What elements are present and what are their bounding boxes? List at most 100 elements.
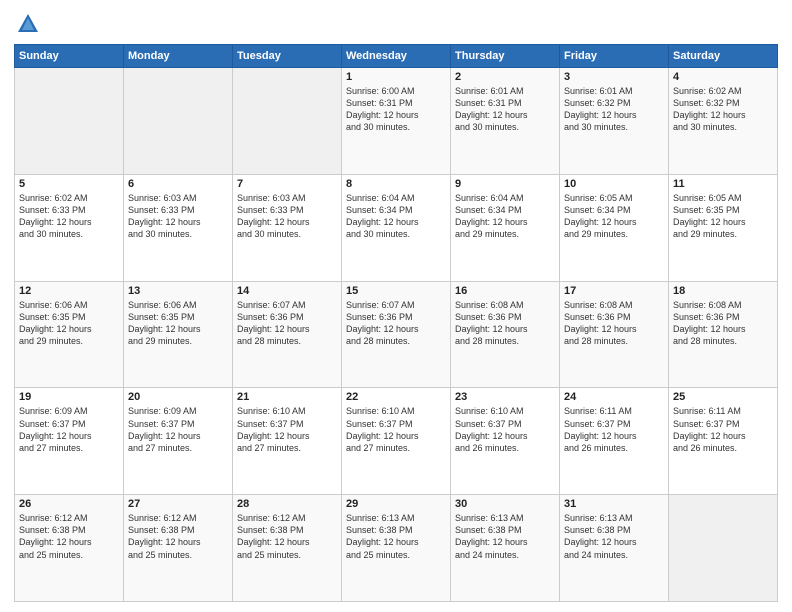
calendar-day-8: 8 Sunrise: 6:04 AM Sunset: 6:34 PM Daylig… bbox=[342, 174, 451, 281]
day-number: 25 bbox=[673, 391, 773, 403]
calendar-week-1: 1 Sunrise: 6:00 AM Sunset: 6:31 PM Daylig… bbox=[15, 68, 778, 175]
calendar-day-15: 15Sunrise: 6:07 AM Sunset: 6:36 PM Dayli… bbox=[342, 281, 451, 388]
logo-icon bbox=[14, 10, 42, 38]
day-number: 10 bbox=[564, 178, 664, 190]
day-info: Sunrise: 6:10 AM Sunset: 6:37 PM Dayligh… bbox=[346, 405, 446, 454]
calendar-day-9: 9Sunrise: 6:04 AM Sunset: 6:34 PM Daylig… bbox=[451, 174, 560, 281]
day-number: 14 bbox=[237, 285, 337, 297]
calendar-table: SundayMondayTuesdayWednesdayThursdayFrid… bbox=[14, 44, 778, 602]
calendar-day-30: 30 Sunrise: 6:13 AM Sunset: 6:38 PM Dayli… bbox=[451, 495, 560, 602]
calendar-day-27: 27 Sunrise: 6:12 AM Sunset: 6:38 PM Dayli… bbox=[124, 495, 233, 602]
calendar-day-3: 3 Sunrise: 6:01 AM Sunset: 6:32 PM Daylig… bbox=[560, 68, 669, 175]
weekday-header-saturday: Saturday bbox=[669, 45, 778, 68]
day-info: Sunrise: 6:10 AM Sunset: 6:37 PM Dayligh… bbox=[237, 405, 337, 454]
weekday-header-friday: Friday bbox=[560, 45, 669, 68]
calendar-day-26: 26Sunrise: 6:12 AM Sunset: 6:38 PM Dayli… bbox=[15, 495, 124, 602]
calendar-header: SundayMondayTuesdayWednesdayThursdayFrid… bbox=[15, 45, 778, 68]
weekday-header-sunday: Sunday bbox=[15, 45, 124, 68]
day-number: 24 bbox=[564, 391, 664, 403]
day-number: 21 bbox=[237, 391, 337, 403]
day-number: 19 bbox=[19, 391, 119, 403]
day-info: Sunrise: 6:05 AM Sunset: 6:35 PM Dayligh… bbox=[673, 192, 773, 241]
calendar-day-24: 24 Sunrise: 6:11 AM Sunset: 6:37 PM Dayli… bbox=[560, 388, 669, 495]
day-info: Sunrise: 6:12 AM Sunset: 6:38 PM Dayligh… bbox=[237, 512, 337, 561]
day-info: Sunrise: 6:13 AM Sunset: 6:38 PM Dayligh… bbox=[564, 512, 664, 561]
day-info: Sunrise: 6:09 AM Sunset: 6:37 PM Dayligh… bbox=[19, 405, 119, 454]
day-number: 9 bbox=[455, 178, 555, 190]
day-number: 1 bbox=[346, 71, 446, 83]
day-number: 7 bbox=[237, 178, 337, 190]
calendar-day-18: 18 Sunrise: 6:08 AM Sunset: 6:36 PM Dayli… bbox=[669, 281, 778, 388]
day-number: 18 bbox=[673, 285, 773, 297]
day-number: 29 bbox=[346, 498, 446, 510]
day-info: Sunrise: 6:06 AM Sunset: 6:35 PM Dayligh… bbox=[19, 299, 119, 348]
day-info: Sunrise: 6:05 AM Sunset: 6:34 PM Dayligh… bbox=[564, 192, 664, 241]
weekday-header-tuesday: Tuesday bbox=[233, 45, 342, 68]
day-number: 15 bbox=[346, 285, 446, 297]
day-info: Sunrise: 6:04 AM Sunset: 6:34 PM Dayligh… bbox=[346, 192, 446, 241]
calendar-week-2: 5Sunrise: 6:02 AM Sunset: 6:33 PM Daylig… bbox=[15, 174, 778, 281]
calendar-week-3: 12 Sunrise: 6:06 AM Sunset: 6:35 PM Dayli… bbox=[15, 281, 778, 388]
day-info: Sunrise: 6:08 AM Sunset: 6:36 PM Dayligh… bbox=[455, 299, 555, 348]
day-number: 4 bbox=[673, 71, 773, 83]
day-number: 23 bbox=[455, 391, 555, 403]
logo bbox=[14, 10, 46, 38]
calendar-day-31: 31 Sunrise: 6:13 AM Sunset: 6:38 PM Dayli… bbox=[560, 495, 669, 602]
day-info: Sunrise: 6:06 AM Sunset: 6:35 PM Dayligh… bbox=[128, 299, 228, 348]
calendar-day-16: 16 Sunrise: 6:08 AM Sunset: 6:36 PM Dayli… bbox=[451, 281, 560, 388]
day-number: 2 bbox=[455, 71, 555, 83]
calendar-day-11: 11Sunrise: 6:05 AM Sunset: 6:35 PM Dayli… bbox=[669, 174, 778, 281]
calendar-day-4: 4 Sunrise: 6:02 AM Sunset: 6:32 PM Daylig… bbox=[669, 68, 778, 175]
day-info: Sunrise: 6:02 AM Sunset: 6:33 PM Dayligh… bbox=[19, 192, 119, 241]
day-info: Sunrise: 6:09 AM Sunset: 6:37 PM Dayligh… bbox=[128, 405, 228, 454]
day-info: Sunrise: 6:12 AM Sunset: 6:38 PM Dayligh… bbox=[19, 512, 119, 561]
day-number: 17 bbox=[564, 285, 664, 297]
day-info: Sunrise: 6:01 AM Sunset: 6:32 PM Dayligh… bbox=[564, 85, 664, 134]
day-number: 27 bbox=[128, 498, 228, 510]
weekday-header-thursday: Thursday bbox=[451, 45, 560, 68]
weekday-header-monday: Monday bbox=[124, 45, 233, 68]
calendar-empty-cell bbox=[233, 68, 342, 175]
day-number: 16 bbox=[455, 285, 555, 297]
calendar-day-21: 21 Sunrise: 6:10 AM Sunset: 6:37 PM Dayli… bbox=[233, 388, 342, 495]
weekday-header-wednesday: Wednesday bbox=[342, 45, 451, 68]
calendar-day-20: 20 Sunrise: 6:09 AM Sunset: 6:37 PM Dayli… bbox=[124, 388, 233, 495]
calendar-week-5: 26Sunrise: 6:12 AM Sunset: 6:38 PM Dayli… bbox=[15, 495, 778, 602]
day-info: Sunrise: 6:08 AM Sunset: 6:36 PM Dayligh… bbox=[673, 299, 773, 348]
calendar-day-7: 7 Sunrise: 6:03 AM Sunset: 6:33 PM Daylig… bbox=[233, 174, 342, 281]
day-number: 12 bbox=[19, 285, 119, 297]
day-number: 31 bbox=[564, 498, 664, 510]
day-number: 30 bbox=[455, 498, 555, 510]
calendar-day-29: 29 Sunrise: 6:13 AM Sunset: 6:38 PM Dayli… bbox=[342, 495, 451, 602]
page: SundayMondayTuesdayWednesdayThursdayFrid… bbox=[0, 0, 792, 612]
header bbox=[14, 10, 778, 38]
day-number: 20 bbox=[128, 391, 228, 403]
calendar-day-1: 1 Sunrise: 6:00 AM Sunset: 6:31 PM Daylig… bbox=[342, 68, 451, 175]
day-info: Sunrise: 6:13 AM Sunset: 6:38 PM Dayligh… bbox=[455, 512, 555, 561]
day-info: Sunrise: 6:03 AM Sunset: 6:33 PM Dayligh… bbox=[237, 192, 337, 241]
day-info: Sunrise: 6:10 AM Sunset: 6:37 PM Dayligh… bbox=[455, 405, 555, 454]
day-number: 28 bbox=[237, 498, 337, 510]
day-number: 8 bbox=[346, 178, 446, 190]
day-info: Sunrise: 6:01 AM Sunset: 6:31 PM Dayligh… bbox=[455, 85, 555, 134]
day-number: 22 bbox=[346, 391, 446, 403]
day-info: Sunrise: 6:07 AM Sunset: 6:36 PM Dayligh… bbox=[237, 299, 337, 348]
calendar-day-12: 12 Sunrise: 6:06 AM Sunset: 6:35 PM Dayli… bbox=[15, 281, 124, 388]
day-number: 6 bbox=[128, 178, 228, 190]
calendar-day-22: 22 Sunrise: 6:10 AM Sunset: 6:37 PM Dayli… bbox=[342, 388, 451, 495]
day-info: Sunrise: 6:11 AM Sunset: 6:37 PM Dayligh… bbox=[564, 405, 664, 454]
calendar-empty-cell bbox=[124, 68, 233, 175]
calendar-body: 1 Sunrise: 6:00 AM Sunset: 6:31 PM Daylig… bbox=[15, 68, 778, 602]
calendar-day-25: 25Sunrise: 6:11 AM Sunset: 6:37 PM Dayli… bbox=[669, 388, 778, 495]
calendar-day-23: 23 Sunrise: 6:10 AM Sunset: 6:37 PM Dayli… bbox=[451, 388, 560, 495]
calendar-day-5: 5Sunrise: 6:02 AM Sunset: 6:33 PM Daylig… bbox=[15, 174, 124, 281]
day-info: Sunrise: 6:12 AM Sunset: 6:38 PM Dayligh… bbox=[128, 512, 228, 561]
calendar-day-2: 2 Sunrise: 6:01 AM Sunset: 6:31 PM Daylig… bbox=[451, 68, 560, 175]
day-info: Sunrise: 6:00 AM Sunset: 6:31 PM Dayligh… bbox=[346, 85, 446, 134]
day-info: Sunrise: 6:13 AM Sunset: 6:38 PM Dayligh… bbox=[346, 512, 446, 561]
weekday-row: SundayMondayTuesdayWednesdayThursdayFrid… bbox=[15, 45, 778, 68]
calendar-empty-cell bbox=[669, 495, 778, 602]
day-number: 3 bbox=[564, 71, 664, 83]
day-info: Sunrise: 6:02 AM Sunset: 6:32 PM Dayligh… bbox=[673, 85, 773, 134]
calendar-day-6: 6Sunrise: 6:03 AM Sunset: 6:33 PM Daylig… bbox=[124, 174, 233, 281]
